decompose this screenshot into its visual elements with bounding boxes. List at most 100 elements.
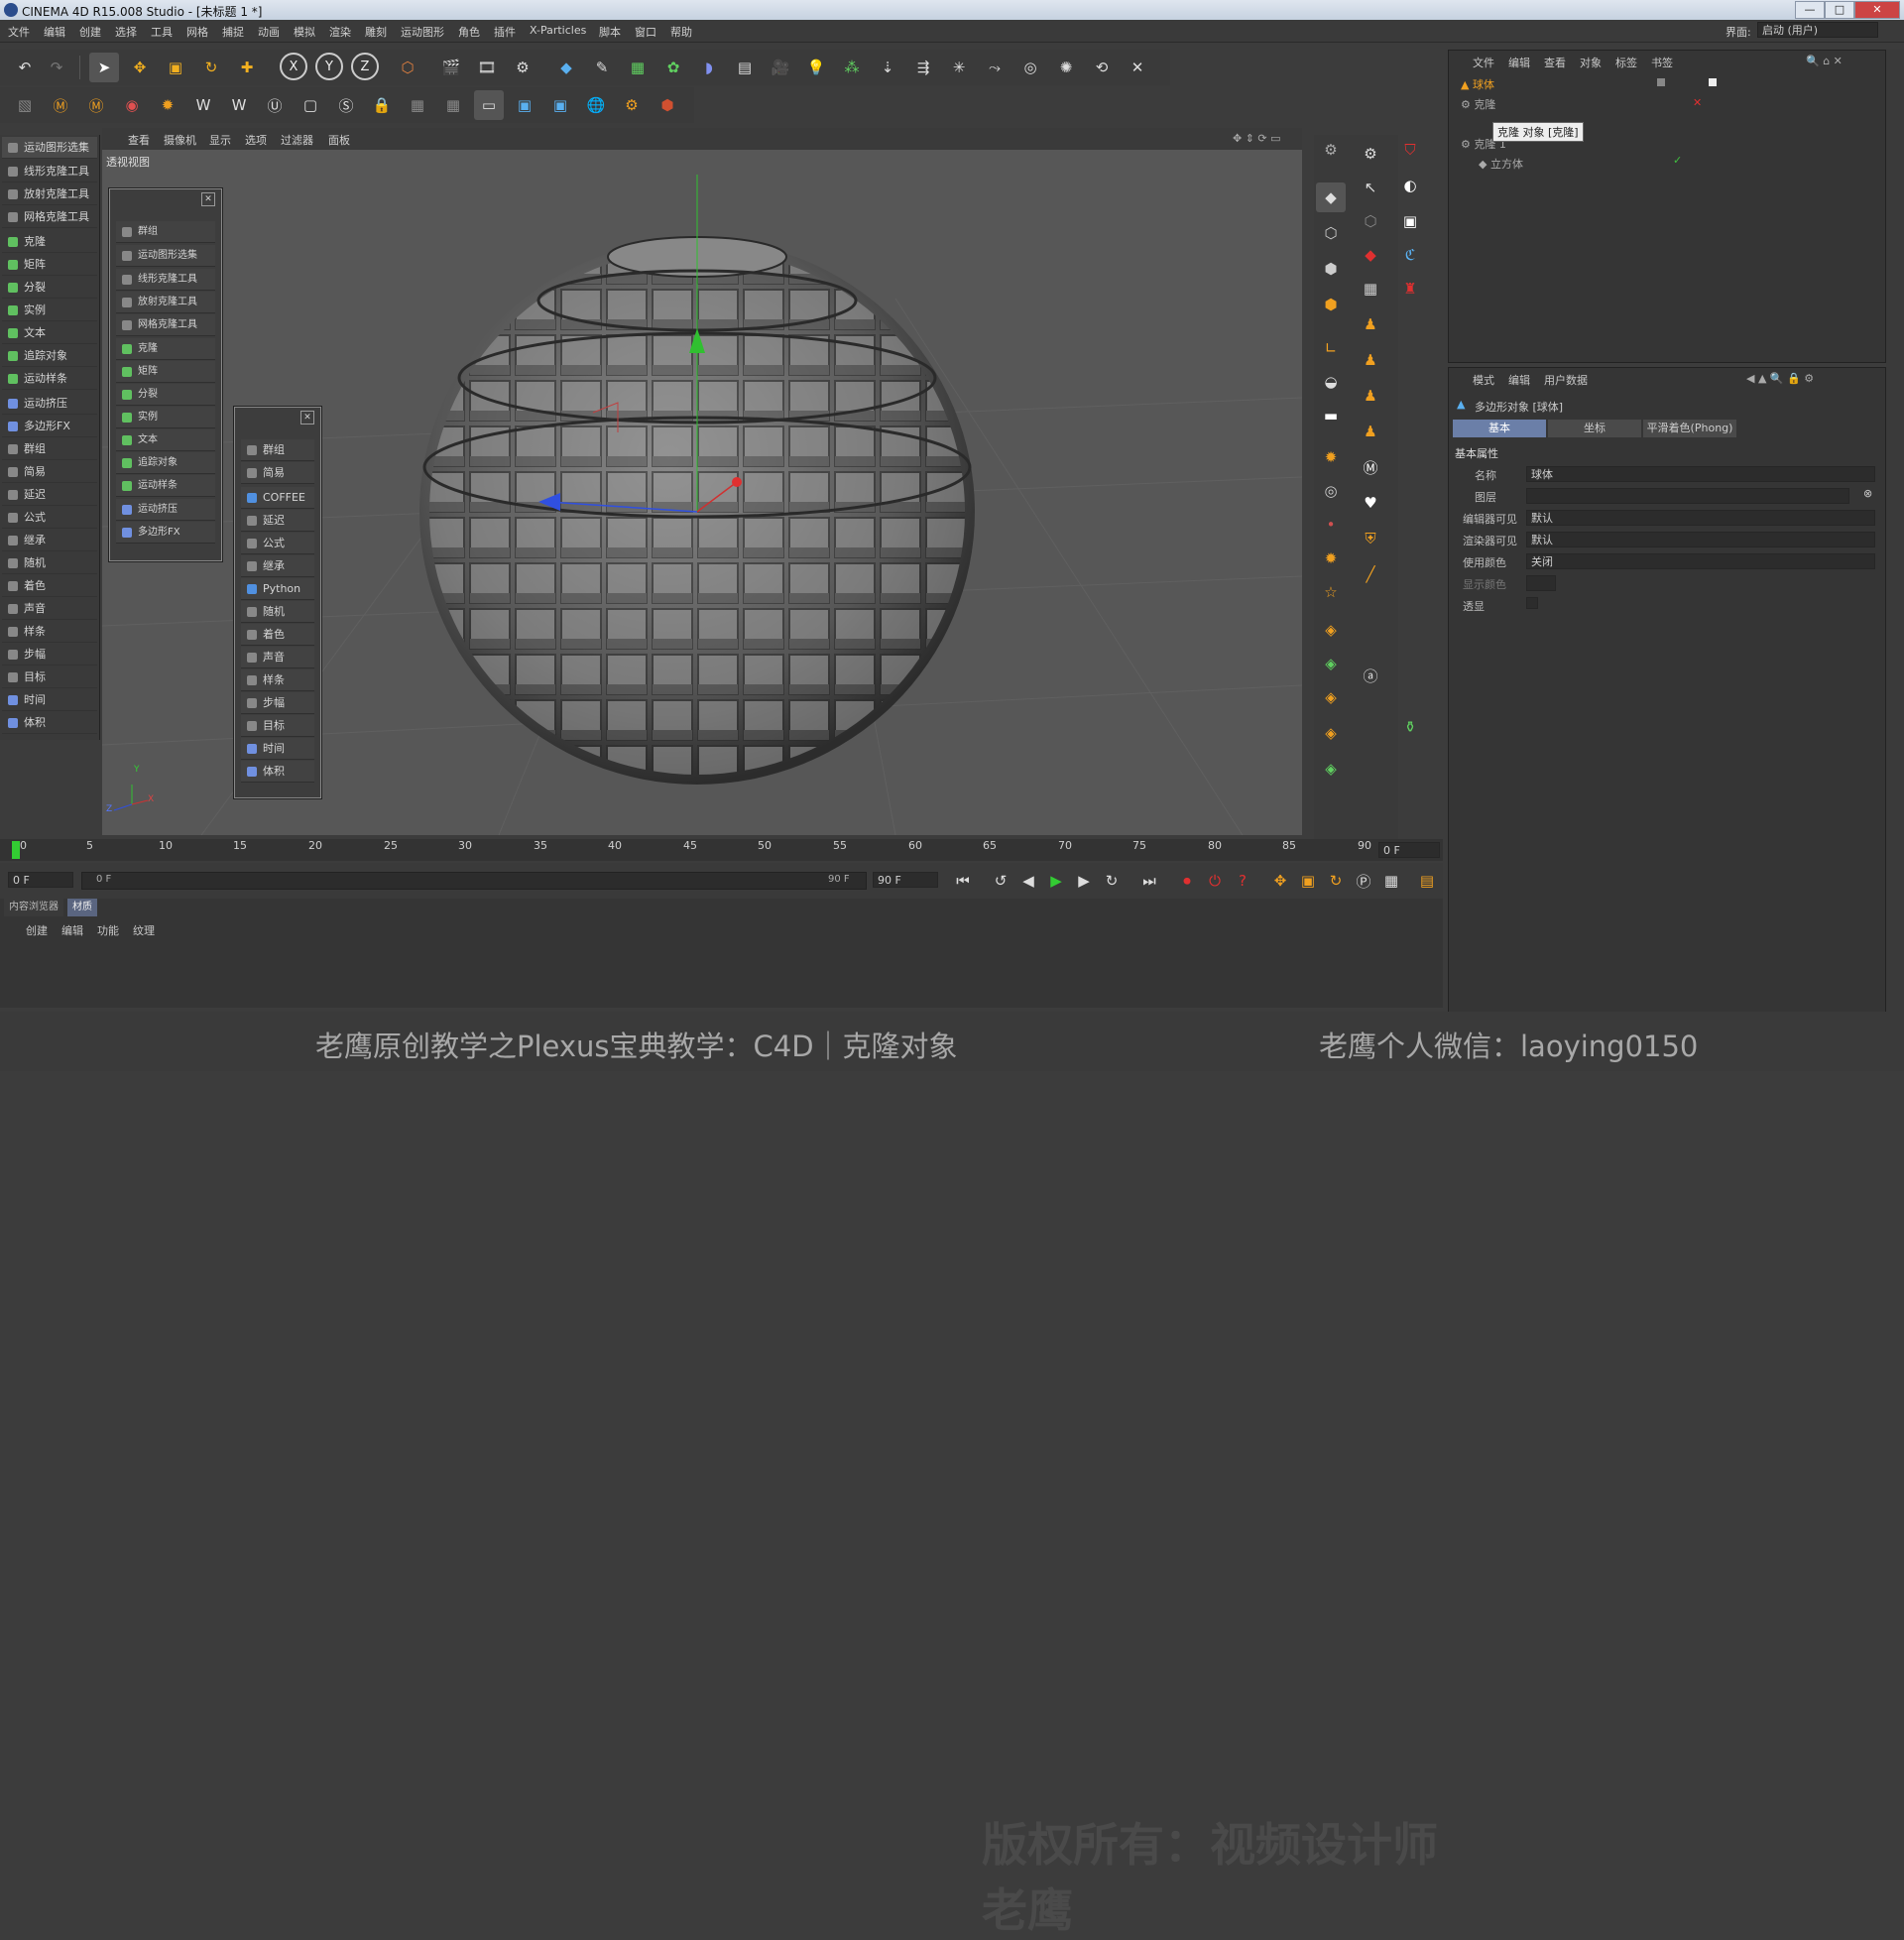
- palette-item[interactable]: 公式: [241, 533, 314, 554]
- xp-tool-3-icon[interactable]: ⤳: [980, 53, 1010, 82]
- edges-mode-icon[interactable]: Ⓜ: [81, 90, 111, 120]
- select-arrow-icon[interactable]: ➤: [89, 53, 119, 82]
- palette-item[interactable]: 随机: [2, 552, 97, 574]
- palette-item[interactable]: 矩阵: [2, 254, 97, 276]
- tab-coordinates[interactable]: 坐标: [1548, 420, 1641, 437]
- maximize-button[interactable]: □: [1825, 1, 1854, 19]
- play-icon[interactable]: ▶: [1041, 866, 1071, 896]
- previous-frame-icon[interactable]: ◀: [1013, 866, 1043, 896]
- go-to-start-icon[interactable]: ⏮: [948, 866, 978, 896]
- palette-item[interactable]: 体积: [241, 761, 314, 783]
- palette-item[interactable]: 追踪对象: [2, 345, 97, 367]
- name-field[interactable]: 球体: [1526, 466, 1875, 482]
- xp-c-icon[interactable]: ℭ: [1395, 240, 1425, 270]
- menu-plugins[interactable]: 插件: [494, 24, 516, 40]
- current-frame-field[interactable]: 0 F: [1378, 842, 1440, 858]
- xp-layer-2-icon[interactable]: ◈: [1316, 649, 1346, 678]
- xp-eye-icon[interactable]: ◐: [1395, 171, 1425, 200]
- om-menu-file[interactable]: 文件: [1473, 55, 1494, 70]
- xp-layer-3-icon[interactable]: ◈: [1316, 682, 1346, 712]
- playhead[interactable]: [12, 841, 20, 859]
- menu-tools[interactable]: 工具: [151, 24, 173, 40]
- am-menu-edit[interactable]: 编辑: [1508, 372, 1530, 388]
- xp-generator-icon[interactable]: ◎: [1316, 476, 1346, 506]
- xp-figures-3-icon[interactable]: ♟: [1356, 381, 1385, 411]
- xp-tool-1-icon[interactable]: ⇶: [908, 53, 938, 82]
- scale-icon[interactable]: ▣: [161, 53, 190, 82]
- palette-item[interactable]: 运动挤压: [2, 393, 97, 415]
- menu-simulate[interactable]: 模拟: [294, 24, 315, 40]
- palette-item[interactable]: 网格克隆工具: [2, 206, 97, 228]
- xp-emitter-2-icon[interactable]: Ⓜ: [1356, 452, 1385, 482]
- menu-xparticles[interactable]: X-Particles: [530, 24, 586, 37]
- tab-materials[interactable]: 材质: [67, 899, 97, 916]
- palette-item[interactable]: 群组: [116, 221, 215, 243]
- menu-render[interactable]: 渲染: [329, 24, 351, 40]
- xp-frame-icon[interactable]: ▣: [1395, 206, 1425, 236]
- layout-dropdown[interactable]: 启动 (用户): [1757, 22, 1878, 38]
- cube-icon[interactable]: ◆: [551, 53, 581, 82]
- palette-item[interactable]: 运动样条: [116, 475, 215, 497]
- menu-sculpt[interactable]: 雕刻: [365, 24, 387, 40]
- key-scale-icon[interactable]: ▣: [1293, 866, 1323, 896]
- camera-icon[interactable]: 🎥: [766, 53, 795, 82]
- om-menu-view[interactable]: 查看: [1544, 55, 1566, 70]
- autokey-icon[interactable]: ⏻: [1200, 866, 1230, 896]
- key-pla-icon[interactable]: ▦: [1376, 866, 1406, 896]
- minimize-button[interactable]: —: [1795, 1, 1825, 19]
- timeline-ruler[interactable]: 0 5 10 15 20 25 30 35 40 45 50 55 60 65 …: [0, 839, 1443, 861]
- tweak-icon[interactable]: ∟: [1316, 333, 1346, 363]
- end-frame-field[interactable]: 90 F: [873, 872, 938, 888]
- render-visible-dropdown[interactable]: 默认: [1526, 532, 1875, 547]
- menu-snap[interactable]: 捕捉: [222, 24, 244, 40]
- xp-red-cube-icon[interactable]: ◆: [1356, 240, 1385, 270]
- render-settings-icon[interactable]: ⚙: [508, 53, 537, 82]
- menu-character[interactable]: 角色: [458, 24, 480, 40]
- grid-icon[interactable]: ▦: [403, 90, 432, 120]
- mat-menu-edit[interactable]: 编辑: [61, 922, 83, 938]
- palette-item[interactable]: 步幅: [241, 692, 314, 714]
- xp-layer-4-icon[interactable]: ◈: [1316, 718, 1346, 748]
- palette-item[interactable]: 放射克隆工具: [2, 183, 97, 205]
- palette-item[interactable]: 公式: [2, 507, 97, 529]
- om-menu-bookmarks[interactable]: 书签: [1651, 55, 1673, 70]
- layer-picker-icon[interactable]: ⊗: [1863, 487, 1872, 500]
- object-mode-icon[interactable]: ◆: [1316, 182, 1346, 212]
- visibility-dot[interactable]: [1657, 78, 1665, 86]
- menu-file[interactable]: 文件: [8, 24, 30, 40]
- coordinate-system-icon[interactable]: ⬡: [393, 53, 422, 82]
- x-axis-button[interactable]: X: [280, 53, 307, 80]
- palette-item[interactable]: 简易: [241, 462, 314, 484]
- palette-item[interactable]: COFFEE: [241, 487, 314, 509]
- object-row-cloner[interactable]: ⚙ 克隆: [1461, 96, 1495, 114]
- pen-spline-icon[interactable]: ✎: [587, 53, 617, 82]
- key-param-icon[interactable]: Ⓟ: [1349, 866, 1378, 896]
- xp-brush-icon[interactable]: ╱: [1356, 559, 1385, 589]
- mat-menu-texture[interactable]: 纹理: [133, 922, 155, 938]
- quantize-icon[interactable]: ▦: [438, 90, 468, 120]
- sky-icon[interactable]: ◒: [1316, 367, 1346, 397]
- menu-mesh[interactable]: 网格: [186, 24, 208, 40]
- palette-item[interactable]: 网格克隆工具: [116, 314, 215, 336]
- light-icon[interactable]: 💡: [801, 53, 831, 82]
- viewport-menu-view[interactable]: 查看: [128, 132, 150, 148]
- palette-item[interactable]: 放射克隆工具: [116, 292, 215, 313]
- palette-item[interactable]: 目标: [241, 715, 314, 737]
- palette-item[interactable]: 群组: [2, 438, 97, 460]
- xp-top-icon[interactable]: ⛉: [1395, 135, 1425, 165]
- palette-item[interactable]: 样条: [2, 621, 97, 643]
- palette-item[interactable]: 样条: [241, 669, 314, 691]
- mat-menu-create[interactable]: 创建: [26, 922, 48, 938]
- xp-figures-2-icon[interactable]: ♟: [1356, 345, 1385, 375]
- xp-settings-icon[interactable]: ⚙: [617, 90, 647, 120]
- enabled-check-icon[interactable]: ✓: [1673, 154, 1682, 167]
- xp-tool-7-icon[interactable]: ✕: [1123, 53, 1152, 82]
- uv-icon[interactable]: Ⓤ: [260, 90, 290, 120]
- layer-field[interactable]: [1526, 488, 1849, 504]
- floor-object-icon[interactable]: ▬: [1316, 401, 1346, 430]
- particles-icon[interactable]: ⁂: [837, 53, 867, 82]
- xp-grid-icon[interactable]: ▦: [1356, 274, 1385, 303]
- floor-icon[interactable]: ▤: [730, 53, 760, 82]
- use-color-dropdown[interactable]: 关闭: [1526, 553, 1875, 569]
- palette-item[interactable]: 矩阵: [116, 361, 215, 383]
